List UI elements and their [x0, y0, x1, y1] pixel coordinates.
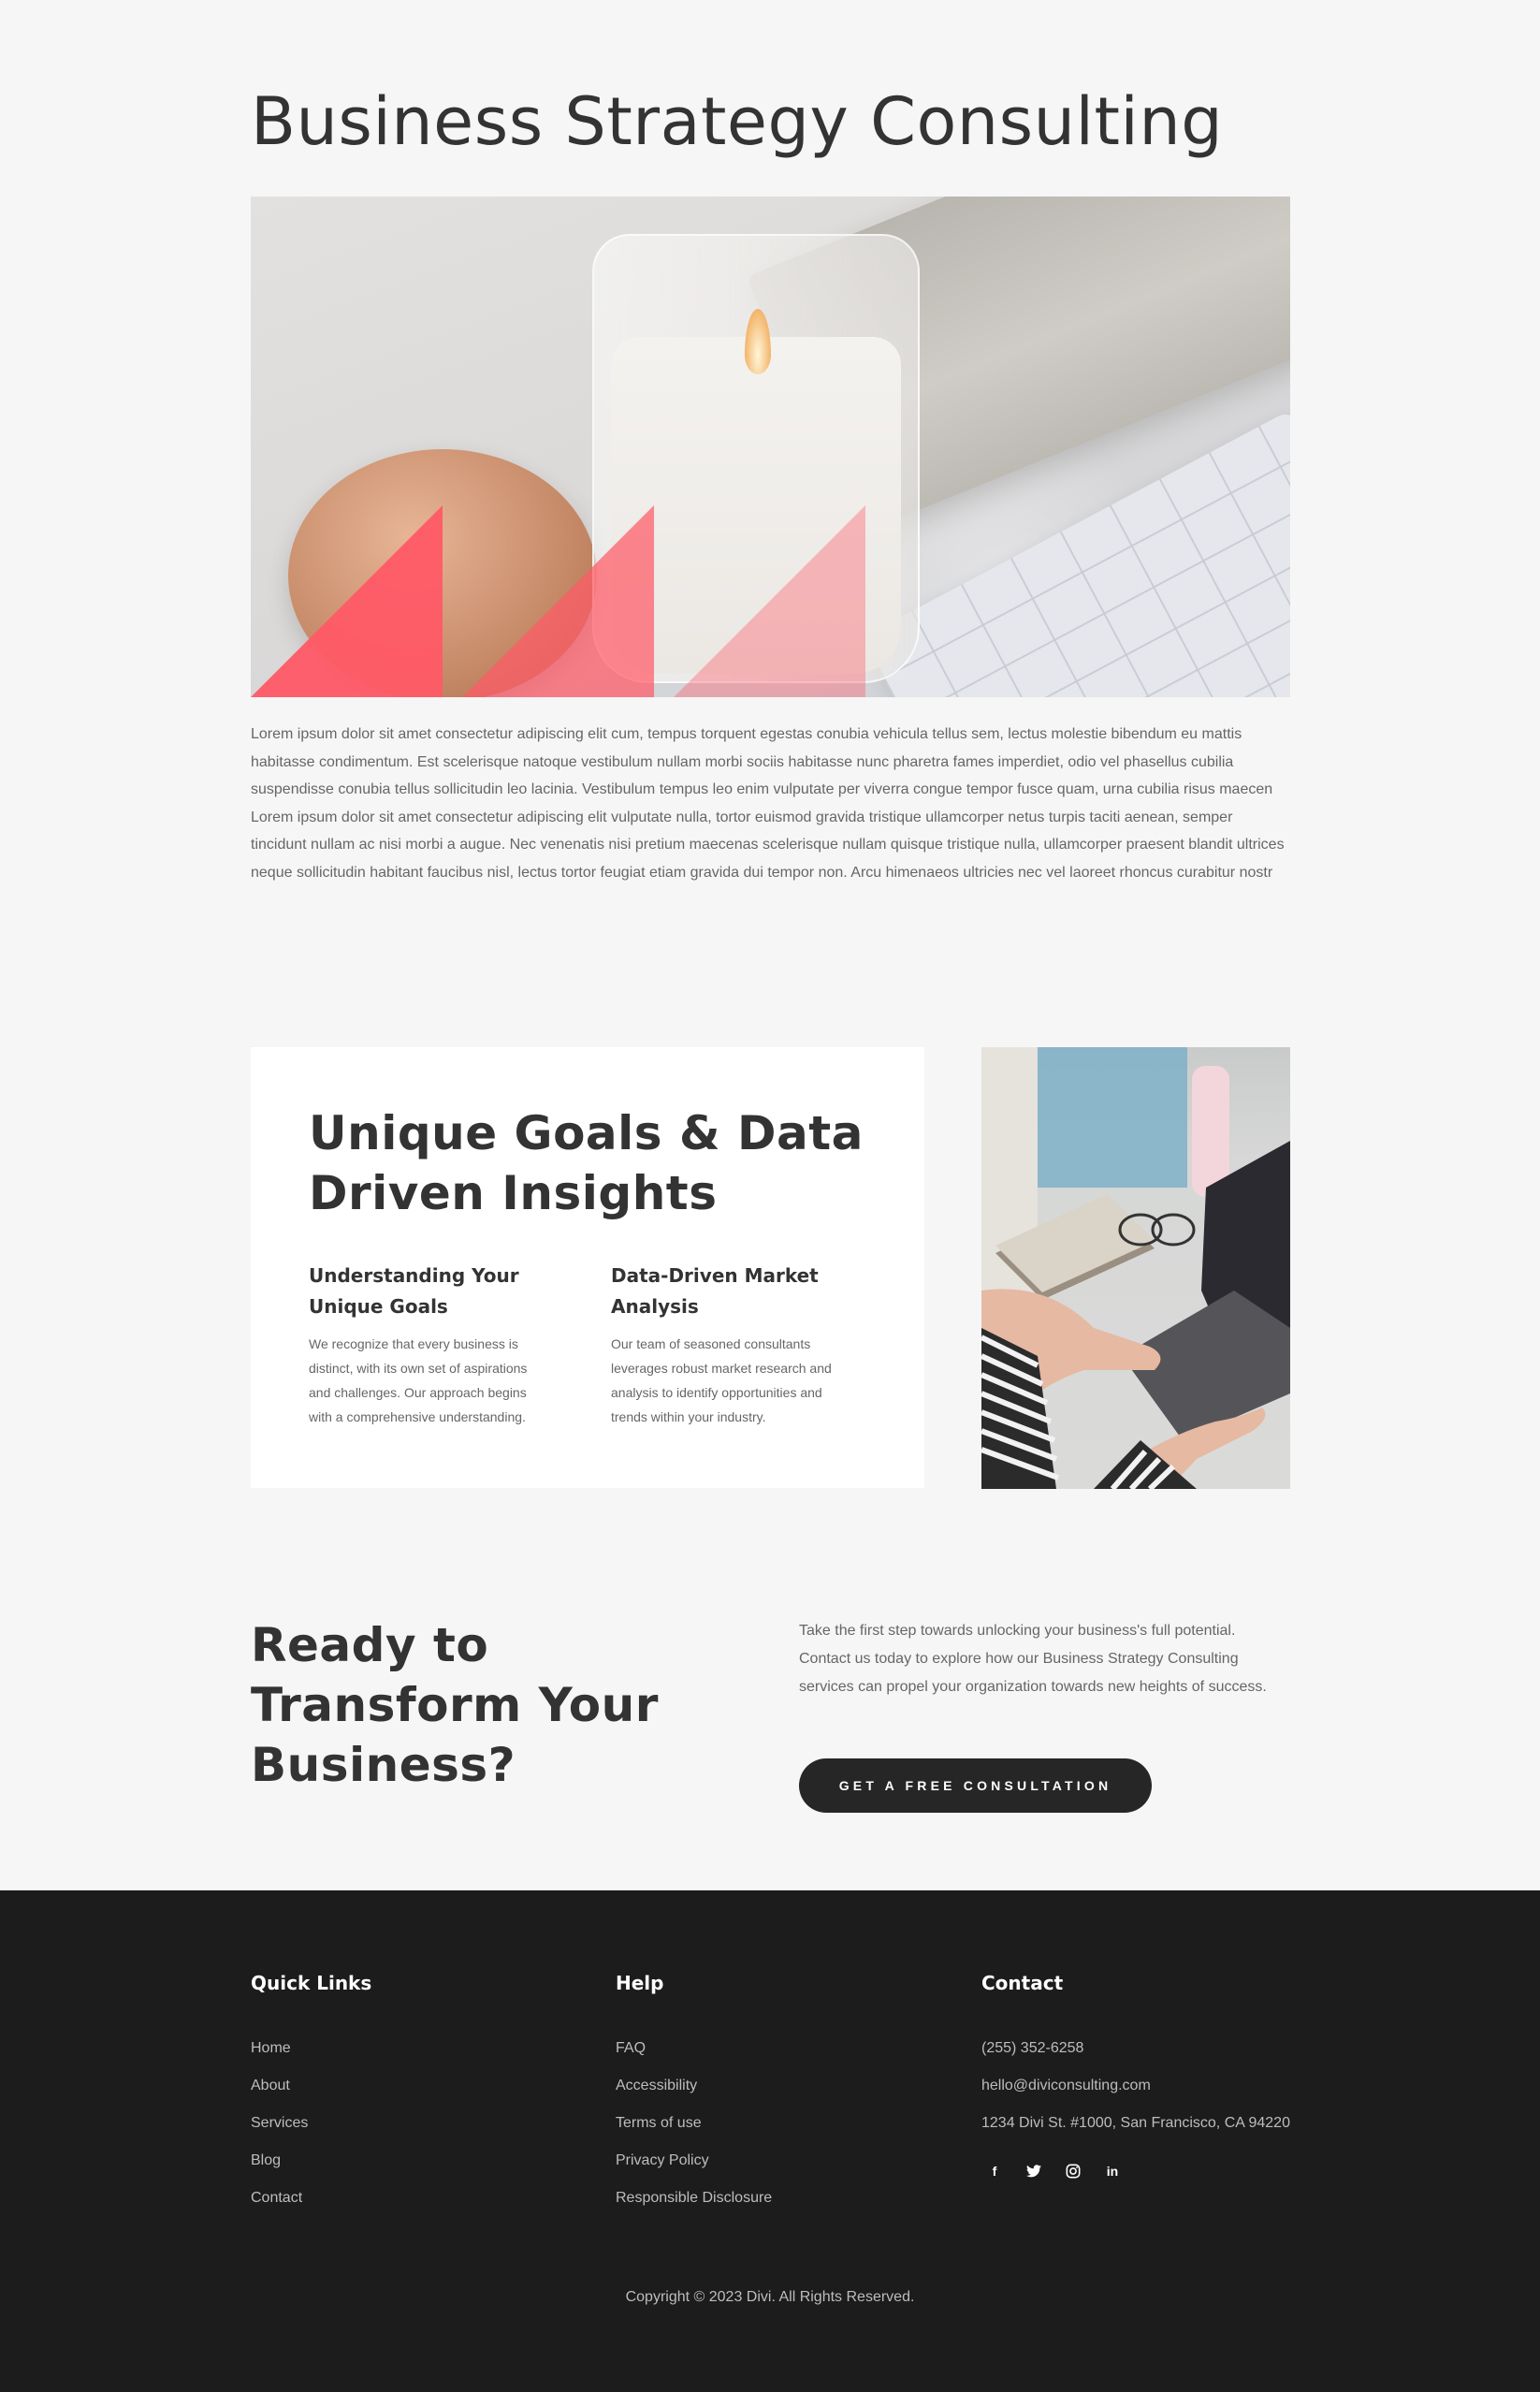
- laptop-photo: [981, 1047, 1290, 1489]
- footer-quick-links: Quick Links Home About Services Blog Con…: [251, 1969, 559, 2222]
- page-title: Business Strategy Consulting: [251, 83, 1224, 160]
- facebook-icon[interactable]: f: [981, 2158, 1008, 2184]
- social-links: f in: [981, 2158, 1290, 2184]
- feature-text: Our team of seasoned consultants leverag…: [611, 1336, 832, 1424]
- goals-card: Unique Goals & Data Driven Insights Unde…: [251, 1047, 924, 1488]
- footer-link-services[interactable]: Services: [251, 2109, 559, 2137]
- footer-link-accessibility[interactable]: Accessibility: [616, 2072, 924, 2100]
- site-footer: Quick Links Home About Services Blog Con…: [0, 1890, 1540, 2392]
- footer-contact: Contact (255) 352-6258 hello@diviconsult…: [981, 1969, 1290, 2184]
- help-links-list: FAQ Accessibility Terms of use Privacy P…: [616, 2035, 924, 2212]
- footer-link-about[interactable]: About: [251, 2072, 559, 2100]
- instagram-icon[interactable]: [1060, 2158, 1086, 2184]
- linkedin-icon[interactable]: in: [1099, 2158, 1126, 2184]
- feature-text: We recognize that every business is dist…: [309, 1336, 528, 1424]
- footer-link-contact[interactable]: Contact: [251, 2184, 559, 2212]
- decorative-triangles: [251, 505, 865, 697]
- intro-paragraph: Lorem ipsum dolor sit amet consectetur a…: [251, 726, 1285, 881]
- footer-link-privacy[interactable]: Privacy Policy: [616, 2147, 924, 2175]
- footer-heading-contact: Contact: [981, 1972, 1064, 1994]
- laptop-illustration: [981, 1047, 1290, 1489]
- triangle-3: [674, 505, 865, 697]
- contact-email[interactable]: hello@diviconsulting.com: [981, 2072, 1290, 2100]
- footer-help: Help FAQ Accessibility Terms of use Priv…: [616, 1969, 924, 2222]
- goals-title: Unique Goals & Data Driven Insights: [309, 1106, 864, 1220]
- feature-understanding-goals: Understanding Your Unique Goals We recog…: [309, 1261, 552, 1429]
- footer-heading-help: Help: [616, 1972, 664, 1994]
- contact-phone[interactable]: (255) 352-6258: [981, 2035, 1290, 2063]
- cta-title: Ready to Transform Your Business?: [251, 1618, 659, 1792]
- quick-links-list: Home About Services Blog Contact: [251, 2035, 559, 2212]
- footer-link-disclosure[interactable]: Responsible Disclosure: [616, 2184, 924, 2212]
- footer-link-faq[interactable]: FAQ: [616, 2035, 924, 2063]
- triangle-1: [251, 505, 443, 697]
- footer-link-home[interactable]: Home: [251, 2035, 559, 2063]
- twitter-icon[interactable]: [1021, 2158, 1047, 2184]
- footer-link-terms[interactable]: Terms of use: [616, 2109, 924, 2137]
- footer-link-blog[interactable]: Blog: [251, 2147, 559, 2175]
- triangle-2: [462, 505, 654, 697]
- feature-title: Data-Driven Market Analysis: [611, 1264, 819, 1318]
- feature-market-analysis: Data-Driven Market Analysis Our team of …: [611, 1261, 854, 1429]
- free-consultation-button[interactable]: GET A FREE CONSULTATION: [799, 1758, 1152, 1813]
- cta-description: Take the first step towards unlocking yo…: [799, 1623, 1267, 1695]
- hero-candle-image: [251, 197, 1290, 697]
- feature-title: Understanding Your Unique Goals: [309, 1264, 519, 1318]
- footer-heading-quick-links: Quick Links: [251, 1972, 372, 1994]
- contact-address: 1234 Divi St. #1000, San Francisco, CA 9…: [981, 2115, 1290, 2131]
- copyright-text: Copyright © 2023 Divi. All Rights Reserv…: [625, 2289, 915, 2305]
